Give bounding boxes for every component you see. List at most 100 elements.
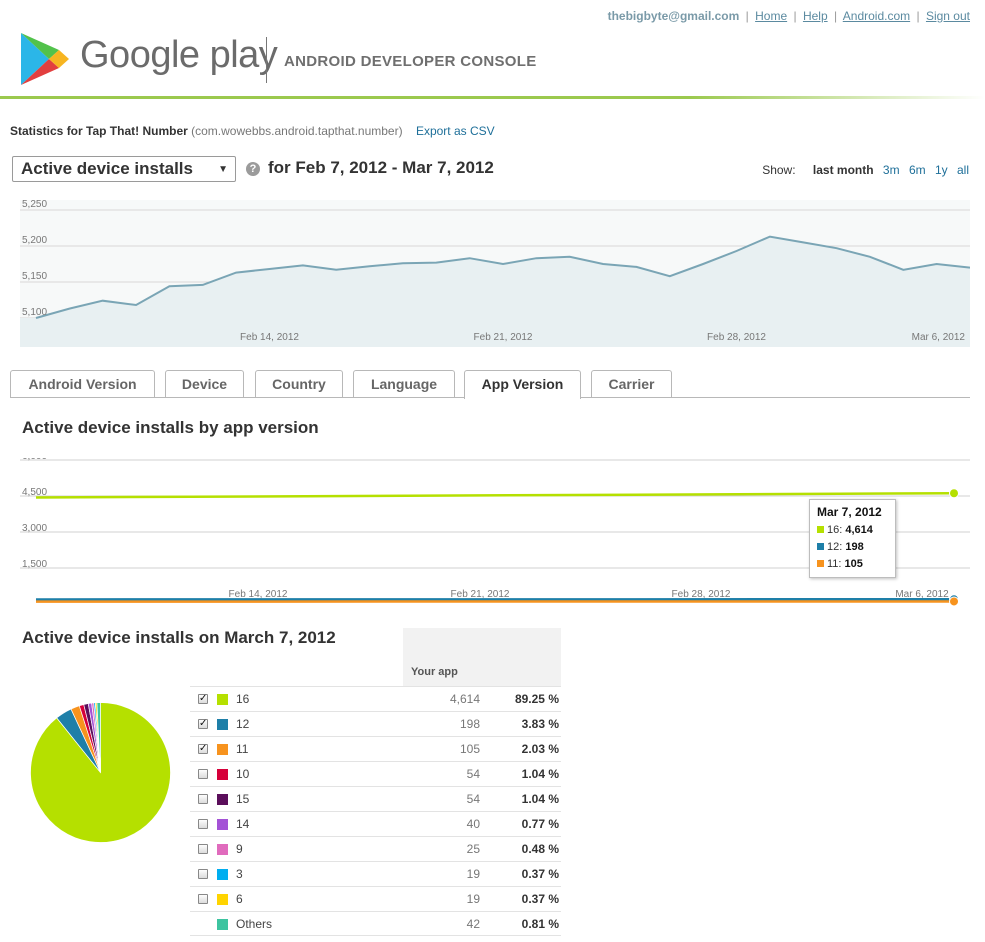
brand-name: Google play xyxy=(80,34,278,76)
row-checkbox[interactable]: ✓ xyxy=(198,744,208,754)
stats-label: Statistics for Tap That! Number xyxy=(10,124,188,138)
home-link[interactable]: Home xyxy=(755,9,787,23)
tab-label: Language xyxy=(370,376,438,392)
tab-label: App Version xyxy=(481,376,564,392)
color-swatch xyxy=(217,819,228,830)
tab-android-version[interactable]: Android Version xyxy=(10,370,155,398)
stats-line: Statistics for Tap That! Number (com.wow… xyxy=(10,124,495,138)
sign-out-link[interactable]: Sign out xyxy=(926,9,970,23)
row-checkbox[interactable] xyxy=(198,869,208,879)
install-percent: 2.03 % xyxy=(521,742,559,756)
table-row: 10 54 1.04 % xyxy=(190,761,561,786)
tab-country[interactable]: Country xyxy=(255,370,343,398)
version-pie-chart xyxy=(30,702,171,843)
color-swatch xyxy=(217,694,228,705)
tooltip-row: 11: 105 xyxy=(817,556,888,573)
version-table: ✓ 16 4,614 89.25 % ✓ 12 198 3.83 % ✓ 11 105 2.03 % 1… xyxy=(190,686,561,936)
x-tick-label: Feb 28, 2012 xyxy=(707,332,766,343)
question-icon[interactable]: ? xyxy=(246,162,260,176)
install-count: 42 xyxy=(466,917,480,931)
tab-label: Carrier xyxy=(608,376,655,392)
range-3m[interactable]: 3m xyxy=(883,163,900,177)
y-tick-label: 3,000 xyxy=(22,523,47,534)
tab-label: Device xyxy=(181,376,228,392)
table-row: ✓ 12 198 3.83 % xyxy=(190,711,561,736)
install-count: 40 xyxy=(466,817,480,831)
install-count: 54 xyxy=(466,792,480,806)
table-row: 9 25 0.48 % xyxy=(190,836,561,861)
version-label: 14 xyxy=(236,817,250,831)
version-label: 6 xyxy=(236,892,243,906)
row-checkbox[interactable] xyxy=(198,844,208,854)
android-link[interactable]: Android.com xyxy=(843,9,910,23)
color-swatch xyxy=(217,869,228,880)
table-row: ✓ 16 4,614 89.25 % xyxy=(190,686,561,711)
console-title: ANDROID DEVELOPER CONSOLE xyxy=(284,53,537,70)
google-play-logo-icon xyxy=(21,33,69,85)
install-count: 198 xyxy=(459,717,480,731)
metric-select-value: Active device installs xyxy=(21,159,193,178)
legend-swatch xyxy=(817,543,824,550)
legend-swatch xyxy=(817,526,824,533)
y-tick-label: 6,000 xyxy=(22,458,47,462)
tooltip-date: Mar 7, 2012 xyxy=(817,505,882,519)
y-tick-label: 5,200 xyxy=(22,235,47,246)
header-accent-bar xyxy=(0,96,985,99)
version-label: 12 xyxy=(236,717,250,731)
table-row: 14 40 0.77 % xyxy=(190,811,561,836)
range-last-month[interactable]: last month xyxy=(813,163,874,177)
tooltip-value: 4,614 xyxy=(845,524,873,536)
version-label: Others xyxy=(236,917,273,931)
tooltip-row: 12: 198 xyxy=(817,539,888,556)
row-checkbox[interactable]: ✓ xyxy=(198,694,208,704)
series-point-16[interactable] xyxy=(949,488,959,499)
help-link[interactable]: Help xyxy=(803,9,828,23)
row-checkbox[interactable] xyxy=(198,769,208,779)
header: thebigbyte@gmail.com | Home | Help | And… xyxy=(0,0,985,98)
color-swatch xyxy=(217,744,228,755)
export-csv-link[interactable]: Export as CSV xyxy=(416,124,495,138)
install-count: 25 xyxy=(466,842,480,856)
your-app-header: Your app xyxy=(411,666,458,678)
tab-language[interactable]: Language xyxy=(353,370,455,398)
chart-tooltip: Mar 7, 2012 16: 4,614 12: 198 11: 105 xyxy=(809,499,896,578)
section-title-by-version: Active device installs by app version xyxy=(22,418,319,437)
range-6m[interactable]: 6m xyxy=(909,163,926,177)
range-1y[interactable]: 1y xyxy=(935,163,948,177)
y-tick-label: 1,500 xyxy=(22,559,47,570)
install-percent: 0.37 % xyxy=(521,867,559,881)
install-percent: 1.04 % xyxy=(521,792,559,806)
series-point-11[interactable] xyxy=(949,596,959,607)
table-row: ✓ 11 105 2.03 % xyxy=(190,736,561,761)
row-checkbox[interactable] xyxy=(198,819,208,829)
install-count: 19 xyxy=(466,892,480,906)
top-links: thebigbyte@gmail.com | Home | Help | And… xyxy=(607,9,970,23)
tooltip-row: 16: 4,614 xyxy=(817,522,888,539)
version-label: 9 xyxy=(236,842,243,856)
row-checkbox[interactable]: ✓ xyxy=(198,719,208,729)
tab-label: Country xyxy=(272,376,326,392)
tab-carrier[interactable]: Carrier xyxy=(591,370,672,398)
color-swatch xyxy=(217,769,228,780)
version-label: 11 xyxy=(236,742,249,756)
tab-device[interactable]: Device xyxy=(165,370,244,398)
install-percent: 0.37 % xyxy=(521,892,559,906)
install-count: 54 xyxy=(466,767,480,781)
legend-swatch xyxy=(817,560,824,567)
row-checkbox[interactable] xyxy=(198,794,208,804)
tooltip-value: 105 xyxy=(844,558,863,570)
section-title-on-day: Active device installs on March 7, 2012 xyxy=(22,628,336,647)
row-checkbox[interactable] xyxy=(198,894,208,904)
tooltip-value: 198 xyxy=(845,541,864,553)
dropdown-arrow-icon: ▼ xyxy=(218,164,228,175)
color-swatch xyxy=(217,719,228,730)
date-range: for Feb 7, 2012 - Mar 7, 2012 xyxy=(268,158,494,177)
version-label: 3 xyxy=(236,867,243,881)
tab-app-version[interactable]: App Version xyxy=(464,370,581,399)
metric-select[interactable]: Active device installs ▼ xyxy=(12,156,236,182)
series-line-16 xyxy=(35,492,955,499)
range-all[interactable]: all xyxy=(957,163,969,177)
table-row: 6 19 0.37 % xyxy=(190,886,561,911)
version-label: 16 xyxy=(236,692,250,706)
install-percent: 0.81 % xyxy=(521,917,559,931)
